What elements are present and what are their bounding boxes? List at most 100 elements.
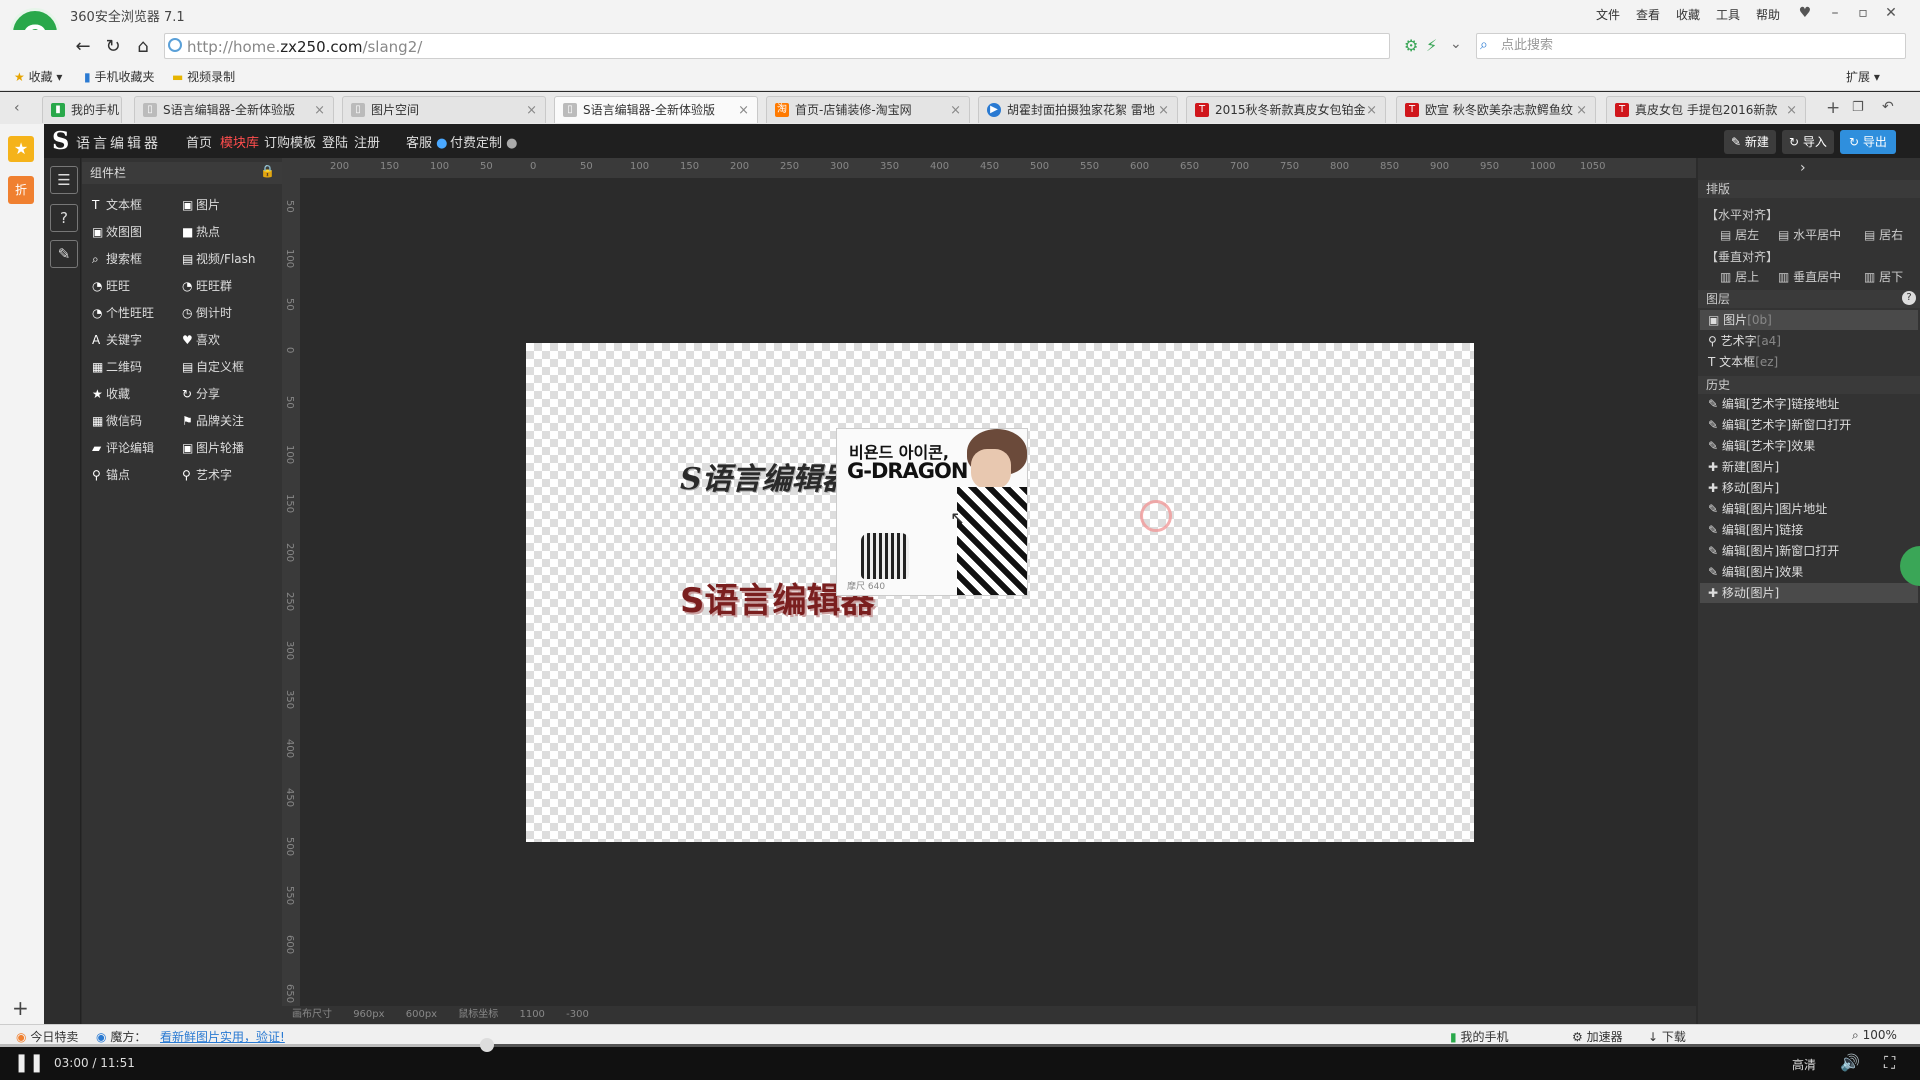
close-tab-icon[interactable]: × xyxy=(950,97,961,123)
comp-video-flash[interactable]: ▤ 视频/Flash xyxy=(182,250,256,267)
tab-s-editor-1[interactable]: ▯ S语言编辑器-全新体验版 × xyxy=(134,96,334,123)
close-tab-icon[interactable]: × xyxy=(1158,97,1169,123)
align-left-button[interactable]: ▤ 居左 xyxy=(1720,226,1759,243)
mobile-favorites-link[interactable]: ▮ 手机收藏夹 xyxy=(84,68,154,85)
tab-image-space[interactable]: ▯ 图片空间 × xyxy=(342,96,546,123)
history-item[interactable]: ✚ 新建[图片] xyxy=(1700,457,1918,477)
close-tab-icon[interactable]: × xyxy=(1366,97,1377,123)
pause-icon[interactable]: ❚❚ xyxy=(14,1052,44,1073)
align-vcenter-button[interactable]: ▥ 垂直居中 xyxy=(1778,268,1841,285)
new-button[interactable]: ✎ 新建 xyxy=(1724,130,1776,154)
comp-share[interactable]: ↻ 分享 xyxy=(182,385,220,402)
fullscreen-icon[interactable]: ⛶ xyxy=(1884,1053,1895,1073)
my-phone-status[interactable]: ▮ 我的手机 xyxy=(1450,1028,1508,1045)
tab-list-icon[interactable]: ❐ xyxy=(1852,100,1864,115)
align-top-button[interactable]: ▥ 居上 xyxy=(1720,268,1759,285)
comp-textbox[interactable]: T 文本框 xyxy=(92,196,142,213)
favorites-button[interactable]: ★ 收藏 ▾ xyxy=(14,68,62,85)
menu-help[interactable]: 帮助 xyxy=(1756,6,1780,23)
app-logo[interactable]: S xyxy=(52,126,69,155)
comp-image-carousel[interactable]: ▣ 图片轮播 xyxy=(182,439,244,456)
new-tab-icon[interactable]: + xyxy=(1826,98,1840,118)
comp-brand-follow[interactable]: ⚑ 品牌关注 xyxy=(182,412,244,429)
today-sale-link[interactable]: ◉ 今日特卖 xyxy=(16,1028,78,1045)
undo-close-icon[interactable]: ↶ xyxy=(1882,99,1894,115)
help-icon[interactable]: ? xyxy=(50,204,78,232)
nav-service[interactable]: 客服 ● xyxy=(406,132,448,151)
tab-tmall-1[interactable]: T 2015秋冬新款真皮女包铂金 × xyxy=(1186,96,1386,123)
sale-badge[interactable]: 折 xyxy=(8,176,34,204)
plugin-icon[interactable]: ⚙ xyxy=(1404,36,1418,55)
align-hcenter-button[interactable]: ▤ 水平居中 xyxy=(1778,226,1841,243)
nav-register[interactable]: 注册 xyxy=(354,132,380,151)
comp-wangwang[interactable]: ◔ 旺旺 xyxy=(92,277,130,294)
comp-wechat-code[interactable]: ▦ 微信码 xyxy=(92,412,142,429)
speed-icon[interactable]: ⚡ xyxy=(1426,36,1437,55)
comp-art-text[interactable]: ⚲ 艺术字 xyxy=(182,466,232,483)
video-progress-knob[interactable] xyxy=(479,1038,494,1052)
star-icon[interactable]: ★ xyxy=(8,136,34,162)
menu-file[interactable]: 文件 xyxy=(1596,6,1620,23)
comp-hotspot[interactable]: ■ 热点 xyxy=(182,223,220,240)
comp-wangwang-group[interactable]: ◔ 旺旺群 xyxy=(182,277,232,294)
comp-image[interactable]: ▣ 图片 xyxy=(182,196,220,213)
menu-view[interactable]: 查看 xyxy=(1636,6,1660,23)
history-item[interactable]: ✎ 编辑[图片]新窗口打开 xyxy=(1700,541,1918,561)
tab-tmall-2[interactable]: T 欧宣 秋冬欧美杂志款鳄鱼纹 × xyxy=(1396,96,1596,123)
tab-taobao-shop[interactable]: 淘首页-店铺装修-淘宝网 × xyxy=(766,96,970,123)
nav-order-template[interactable]: 订购模板 xyxy=(264,132,316,151)
lock-icon[interactable]: 🔒 xyxy=(260,164,275,178)
close-tab-icon[interactable]: × xyxy=(526,97,537,123)
history-item[interactable]: ✎ 编辑[图片]图片地址 xyxy=(1700,499,1918,519)
tab-tmall-3[interactable]: T 真皮女包 手提包2016新款 × xyxy=(1606,96,1806,123)
comp-keyword[interactable]: A 关键字 xyxy=(92,331,142,348)
history-item[interactable]: ✚ 移动[图片] xyxy=(1700,583,1918,603)
layer-item[interactable]: T 文本框[ez] xyxy=(1700,352,1918,372)
skin-icon[interactable]: ♥ xyxy=(1792,2,1818,24)
refresh-icon[interactable]: ↻ xyxy=(100,34,126,60)
close-tab-icon[interactable]: × xyxy=(738,97,749,123)
history-item[interactable]: ✎ 编辑[艺术字]链接地址 xyxy=(1700,394,1918,414)
comp-custom-wangwang[interactable]: ◔ 个性旺旺 xyxy=(92,304,154,321)
comp-qrcode[interactable]: ▦ 二维码 xyxy=(92,358,142,375)
collapse-chevron-icon[interactable]: › xyxy=(1800,160,1806,176)
search-input[interactable]: 点此搜索 xyxy=(1476,33,1906,59)
history-item[interactable]: ✎ 编辑[艺术字]新窗口打开 xyxy=(1700,415,1918,435)
art-text-1[interactable]: S语言编辑器 xyxy=(680,454,852,498)
tab-my-phone[interactable]: ▮ 我的手机 xyxy=(42,96,122,123)
volume-icon[interactable]: 🔊 xyxy=(1840,1053,1860,1072)
export-button[interactable]: ↻ 导出 xyxy=(1840,130,1896,154)
history-item[interactable]: ✎ 编辑[艺术字]效果 xyxy=(1700,436,1918,456)
add-sidebar-icon[interactable]: + xyxy=(12,996,29,1020)
nav-login[interactable]: 登陆 xyxy=(322,132,348,151)
accelerator-status[interactable]: ⚙ 加速器 xyxy=(1572,1028,1623,1045)
comp-anchor[interactable]: ⚲ 锚点 xyxy=(92,466,130,483)
close-window-icon[interactable]: ✕ xyxy=(1878,2,1904,24)
tab-video[interactable]: ▶ 胡霍封面拍摄独家花絮 雷地 × xyxy=(978,96,1178,123)
comp-comment-edit[interactable]: ▰ 评论编辑 xyxy=(92,439,154,456)
comp-favorite[interactable]: ★ 收藏 xyxy=(92,385,130,402)
video-quality[interactable]: 高清 xyxy=(1792,1056,1816,1073)
menu-favorites[interactable]: 收藏 xyxy=(1676,6,1700,23)
canvas-image[interactable]: 비욘드 아이콘, G-DRAGON 摩尺 640 xyxy=(836,428,1028,596)
edit-icon[interactable]: ✎ xyxy=(50,240,78,268)
video-record-link[interactable]: ▬ 视频录制 xyxy=(172,68,235,85)
comp-countdown[interactable]: ◷ 倒计时 xyxy=(182,304,232,321)
comp-effect-image[interactable]: ▣ 效图图 xyxy=(92,223,142,240)
comp-searchbox[interactable]: ⌕ 搜索框 xyxy=(92,250,142,267)
nav-custom[interactable]: 付费定制 ● xyxy=(450,132,518,151)
tab-s-editor-active[interactable]: ▯ S语言编辑器-全新体验版 × xyxy=(554,96,758,123)
menu-tools[interactable]: 工具 xyxy=(1716,6,1740,23)
video-progress-track[interactable] xyxy=(0,1044,1920,1047)
close-tab-icon[interactable]: × xyxy=(1786,97,1797,123)
history-item[interactable]: ✚ 移动[图片] xyxy=(1700,478,1918,498)
chevron-down-icon[interactable]: ⌄ xyxy=(1450,36,1462,52)
url-input[interactable]: http://home.zx250.com/slang2/ xyxy=(164,33,1390,59)
minimize-icon[interactable]: – xyxy=(1822,2,1848,24)
maximize-icon[interactable]: ▫ xyxy=(1850,2,1876,24)
extensions-button[interactable]: 扩展 ▾ xyxy=(1846,68,1880,85)
close-tab-icon[interactable]: × xyxy=(1576,97,1587,123)
history-item[interactable]: ✎ 编辑[图片]效果 xyxy=(1700,562,1918,582)
align-right-button[interactable]: ▤ 居右 xyxy=(1864,226,1903,243)
comp-like[interactable]: ♥ 喜欢 xyxy=(182,331,220,348)
